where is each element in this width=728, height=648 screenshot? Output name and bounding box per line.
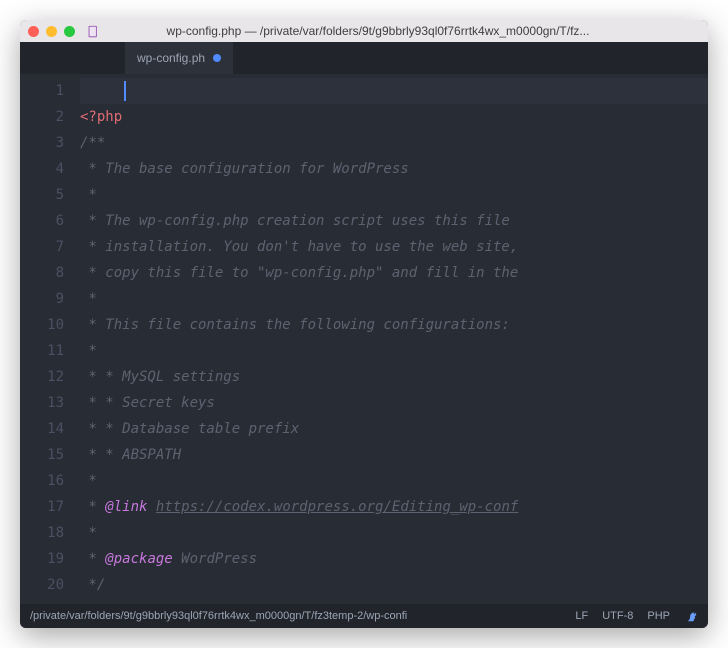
window-title: wp-config.php — /private/var/folders/9t/… xyxy=(106,24,700,38)
line-number: 7 xyxy=(20,234,80,260)
file-php-icon xyxy=(87,25,100,38)
maximize-window-button[interactable] xyxy=(64,26,75,37)
code-line[interactable]: * * Secret keys xyxy=(80,390,708,416)
tab-label: wp-config.ph xyxy=(137,51,205,65)
code-line[interactable]: * This file contains the following confi… xyxy=(80,312,708,338)
line-number: 19 xyxy=(20,546,80,572)
code-line[interactable]: * xyxy=(80,286,708,312)
status-language[interactable]: PHP xyxy=(647,610,670,622)
line-number: 16 xyxy=(20,468,80,494)
line-number: 12 xyxy=(20,364,80,390)
minimize-window-button[interactable] xyxy=(46,26,57,37)
line-number: 6 xyxy=(20,208,80,234)
close-window-button[interactable] xyxy=(28,26,39,37)
code-line[interactable]: * xyxy=(80,468,708,494)
line-number: 11 xyxy=(20,338,80,364)
tab-bar: wp-config.ph xyxy=(20,42,708,74)
status-encoding[interactable]: UTF-8 xyxy=(602,610,633,622)
code-line[interactable]: * @package WordPress xyxy=(80,546,708,572)
line-number: 13 xyxy=(20,390,80,416)
line-number: 20 xyxy=(20,572,80,598)
code-line[interactable]: * * Database table prefix xyxy=(80,416,708,442)
code-line[interactable]: * xyxy=(80,182,708,208)
code-line[interactable]: * * MySQL settings xyxy=(80,364,708,390)
code-line[interactable]: * copy this file to "wp-config.php" and … xyxy=(80,260,708,286)
code-line[interactable]: * xyxy=(80,338,708,364)
code-line[interactable]: * * ABSPATH xyxy=(80,442,708,468)
line-number: 17 xyxy=(20,494,80,520)
line-number: 5 xyxy=(20,182,80,208)
tab-modified-icon xyxy=(213,54,221,62)
line-number: 10 xyxy=(20,312,80,338)
line-number: 8 xyxy=(20,260,80,286)
window-controls xyxy=(28,26,75,37)
code-area[interactable]: <?php/** * The base configuration for Wo… xyxy=(80,74,708,604)
status-line-ending[interactable]: LF xyxy=(575,610,588,622)
status-file-path[interactable]: /private/var/folders/9t/g9bbrly93ql0f76r… xyxy=(30,610,561,622)
editor-window: wp-config.php — /private/var/folders/9t/… xyxy=(20,20,708,628)
titlebar[interactable]: wp-config.php — /private/var/folders/9t/… xyxy=(20,20,708,42)
text-cursor xyxy=(124,81,126,101)
active-line-highlight xyxy=(80,78,708,104)
line-number: 2 xyxy=(20,104,80,130)
code-line[interactable]: /** xyxy=(80,130,708,156)
code-line[interactable]: * The wp-config.php creation script uses… xyxy=(80,208,708,234)
line-number: 3 xyxy=(20,130,80,156)
editor-area[interactable]: 123456789101112131415161718192021 <?php/… xyxy=(20,74,708,604)
status-bar: /private/var/folders/9t/g9bbrly93ql0f76r… xyxy=(20,604,708,628)
code-line[interactable] xyxy=(80,598,708,604)
squirrel-icon[interactable] xyxy=(684,609,698,623)
code-line[interactable]: * xyxy=(80,520,708,546)
line-number: 4 xyxy=(20,156,80,182)
line-gutter: 123456789101112131415161718192021 xyxy=(20,74,80,604)
code-line[interactable]: */ xyxy=(80,572,708,598)
line-number: 14 xyxy=(20,416,80,442)
line-number: 15 xyxy=(20,442,80,468)
tab-wp-config[interactable]: wp-config.ph xyxy=(125,42,233,74)
line-number: 9 xyxy=(20,286,80,312)
code-line[interactable]: * installation. You don't have to use th… xyxy=(80,234,708,260)
line-number: 1 xyxy=(20,78,80,104)
code-line[interactable]: <?php xyxy=(80,104,708,130)
line-number: 18 xyxy=(20,520,80,546)
code-line[interactable]: * The base configuration for WordPress xyxy=(80,156,708,182)
code-line[interactable]: * @link https://codex.wordpress.org/Edit… xyxy=(80,494,708,520)
